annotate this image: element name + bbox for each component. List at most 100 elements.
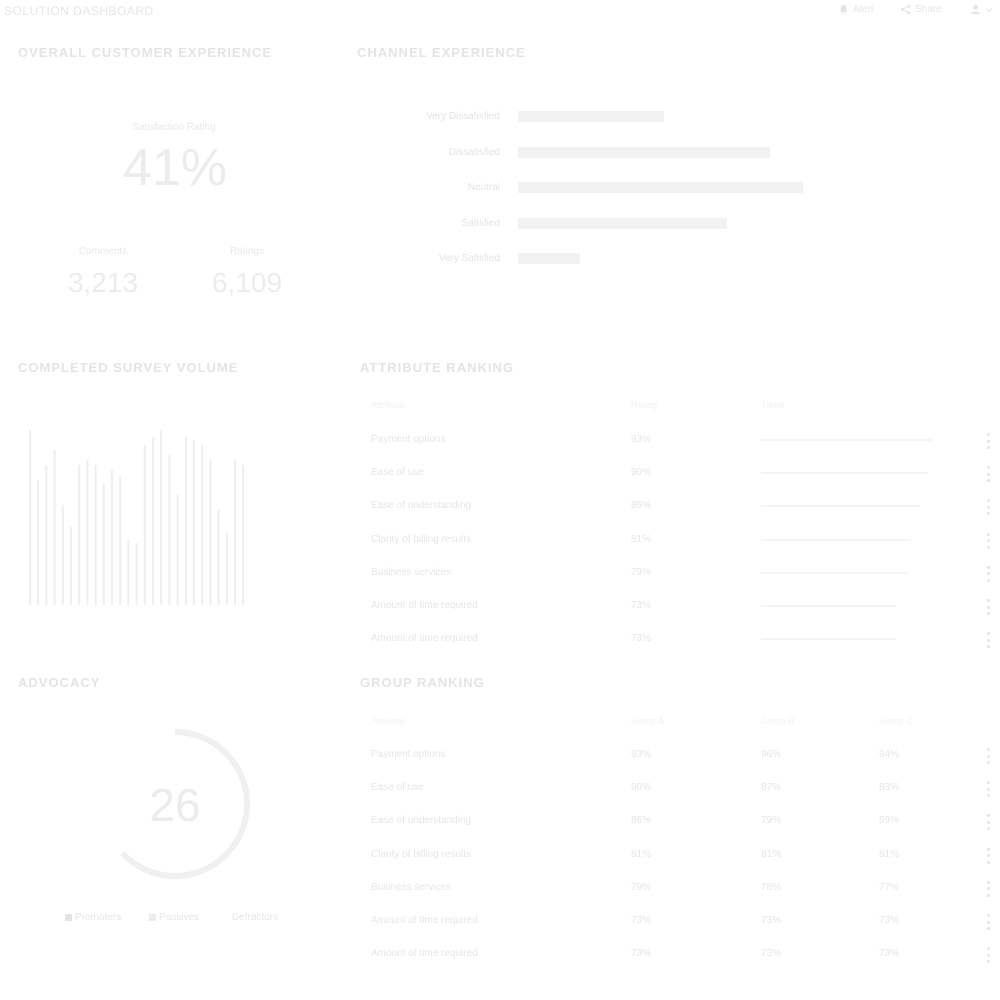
legend-promoters-label: Promoters (75, 912, 122, 923)
kebab-dot (986, 920, 990, 924)
satisfaction-value: 41% (122, 139, 228, 197)
group-row-menu-icon[interactable] (986, 847, 990, 864)
attribute-header-trend: Trend (761, 400, 785, 410)
attribute-rating: 79% (631, 566, 652, 578)
attribute-trend-bar (761, 505, 920, 508)
group-a-value: 73% (631, 915, 652, 926)
group-c-value: 73% (879, 915, 900, 926)
group-b-value: 78% (761, 881, 782, 893)
kebab-dot (986, 599, 990, 602)
kebab-dot (986, 880, 990, 884)
attribute-rating: 73% (631, 600, 652, 611)
group-row-menu-icon[interactable] (986, 947, 990, 964)
group-header-b: Group B (761, 716, 795, 726)
group-b-value: 73% (761, 948, 782, 960)
kebab-dot (986, 645, 990, 649)
kebab-dot (986, 605, 990, 609)
attribute-trend-bar (761, 605, 896, 607)
attribute-ranking-title: ATTRIBUTE RANKING (360, 360, 514, 375)
attribute-row-menu-icon[interactable] (986, 532, 990, 549)
group-name: Amount of time required (371, 948, 478, 960)
kebab-dot (986, 539, 990, 543)
channel-label: Dissatisfied (448, 146, 500, 158)
share-button[interactable]: Share (900, 4, 942, 15)
attribute-rating: 73% (631, 633, 652, 645)
group-c-value: 83% (879, 782, 900, 794)
attribute-name: Payment options (371, 434, 446, 445)
group-b-value: 87% (761, 782, 782, 794)
attribute-row-menu-icon[interactable] (986, 499, 990, 516)
attribute-name: Business services (371, 566, 452, 578)
attribute-name: Amount of time required (371, 633, 478, 645)
comments-value: 3,213 (67, 267, 139, 298)
kebab-dot (986, 814, 990, 818)
kebab-dot (986, 754, 990, 758)
user-menu-button[interactable] (970, 4, 993, 15)
group-header-c: Group C (879, 716, 914, 726)
survey-volume-title: COMPLETED SURVEY VOLUME (18, 360, 239, 375)
attribute-trend-bar (761, 439, 933, 441)
group-a-value: 90% (631, 782, 652, 794)
attribute-rating: 90% (631, 467, 652, 479)
attribute-row-menu-icon[interactable] (986, 433, 990, 449)
group-name: Ease of understanding (371, 815, 472, 827)
group-row-menu-icon[interactable] (986, 748, 990, 764)
passives-swatch (149, 914, 156, 921)
group-row-menu-icon[interactable] (986, 781, 990, 798)
group-name: Ease of use (371, 782, 424, 794)
kebab-dot (986, 820, 990, 824)
group-c-value: 94% (879, 749, 900, 760)
kebab-dot (986, 927, 990, 930)
survey-volume-chart (29, 430, 245, 605)
group-b-value: 73% (761, 915, 782, 926)
channel-label: Satisfied (461, 217, 500, 229)
attribute-trend-bar (761, 472, 928, 475)
group-ranking-title: GROUP RANKING (360, 675, 485, 690)
app-title: SOLUTION DASHBOARD (4, 4, 154, 18)
kebab-dot (986, 781, 990, 785)
group-name: Clarity of billing results (371, 848, 472, 860)
legend-detractors: Detractors (222, 912, 278, 923)
kebab-dot (986, 860, 990, 864)
channel-bar (518, 146, 770, 158)
satisfaction-label: Satisfaction Rating (132, 122, 216, 133)
kebab-dot (986, 893, 990, 897)
group-a-value: 73% (631, 948, 652, 960)
group-row-menu-icon[interactable] (986, 914, 990, 930)
kebab-dot (986, 854, 990, 858)
group-c-value: 89% (879, 815, 900, 827)
kebab-dot (986, 512, 990, 516)
alert-button[interactable]: Alert (838, 4, 874, 15)
kebab-dot (986, 545, 990, 549)
kebab-dot (986, 632, 990, 636)
attribute-header-attribute: Attribute (371, 400, 405, 410)
kebab-dot (986, 761, 990, 764)
attribute-trend-bar (761, 638, 896, 641)
kebab-dot (986, 953, 990, 957)
attribute-row-menu-icon[interactable] (986, 599, 990, 615)
alert-label: Alert (853, 4, 874, 15)
attribute-row-menu-icon[interactable] (986, 565, 990, 582)
attribute-rating: 81% (631, 533, 652, 545)
ratings-value: 6,109 (211, 267, 283, 298)
kebab-dot (986, 433, 990, 436)
attribute-rating: 86% (631, 500, 652, 512)
attribute-row-menu-icon[interactable] (986, 466, 990, 483)
attribute-header-rating: Rating (631, 400, 658, 410)
group-c-value: 73% (879, 948, 900, 960)
advocacy-title: ADVOCACY (18, 675, 101, 690)
group-row-menu-icon[interactable] (986, 814, 990, 831)
group-a-value: 81% (631, 848, 652, 860)
kebab-dot (986, 572, 990, 576)
kebab-dot (986, 914, 990, 917)
attribute-row-menu-icon[interactable] (986, 632, 990, 649)
attribute-name: Ease of use (371, 467, 424, 479)
share-label: Share (915, 4, 942, 15)
group-row-menu-icon[interactable] (986, 880, 990, 897)
kebab-dot (986, 565, 990, 569)
comments-label: Comments (78, 246, 128, 257)
advocacy-score: 26 (149, 779, 201, 831)
attribute-name: Ease of understanding (371, 500, 472, 512)
kebab-dot (986, 612, 990, 615)
channel-bar (518, 217, 727, 229)
